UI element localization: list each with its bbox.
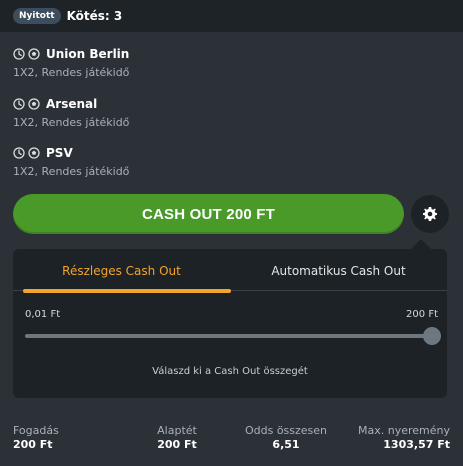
cash-out-amount-slider[interactable] [25,334,434,338]
bet-count-label: Kötés: 3 [66,9,123,23]
market-label: 1X2, Rendes játékidő [13,165,130,178]
market-label: 1X2, Rendes játékidő [13,116,130,129]
tab-partial-cash-out[interactable]: Részleges Cash Out [13,249,230,293]
bet-selection: PSV 1X2, Rendes játékidő [13,144,129,178]
team-name: Arsenal [46,97,98,111]
bet-summary: Fogadás 200 Ft Alaptét 200 Ft Odds össze… [0,424,463,466]
base-stake-value: 200 Ft [157,438,197,451]
slider-hint: Válaszd ki a Cash Out összegét [152,366,308,377]
slider-handle[interactable] [423,327,441,345]
football-icon [28,147,40,159]
stake-stat: Fogadás 200 Ft [13,424,59,451]
max-win-label: Max. nyeremény [358,424,450,437]
bet-selection: Arsenal 1X2, Rendes játékidő [13,95,129,129]
max-win-stat: Max. nyeremény 1303,57 Ft [358,424,450,451]
bet-header: Nyitott Kötés: 3 [0,0,463,32]
active-tab-indicator [23,289,231,293]
clock-icon [13,48,25,60]
stake-value: 200 Ft [13,438,53,451]
cash-out-button[interactable]: CASH OUT 200 FT [13,194,404,234]
cash-out-settings-button[interactable] [411,195,449,233]
football-icon [28,48,40,60]
football-icon [28,98,40,110]
slider-max-label: 200 Ft [406,309,438,320]
market-label: 1X2, Rendes játékidő [13,66,130,79]
slider-min-label: 0,01 Ft [25,309,61,320]
total-odds-value: 6,51 [272,438,300,451]
total-odds-label: Odds összesen [244,424,328,437]
stake-label: Fogadás [13,424,59,437]
tab-auto-cash-out[interactable]: Automatikus Cash Out [230,249,447,293]
clock-icon [13,98,25,110]
total-odds-stat: Odds összesen 6,51 [240,424,332,451]
base-stake-stat: Alaptét 200 Ft [137,424,217,451]
clock-icon [13,147,25,159]
team-name: PSV [46,146,73,160]
team-name: Union Berlin [46,47,130,61]
cash-out-tabs: Részleges Cash Out Automatikus Cash Out [13,249,447,293]
cash-out-options-panel: Részleges Cash Out Automatikus Cash Out … [13,249,447,398]
panel-pointer [411,239,431,249]
base-stake-label: Alaptét [157,424,197,437]
gear-icon [423,207,437,221]
status-badge: Nyitott [13,8,61,24]
max-win-value: 1303,57 Ft [383,438,450,451]
bet-selection: Union Berlin 1X2, Rendes játékidő [13,45,129,79]
